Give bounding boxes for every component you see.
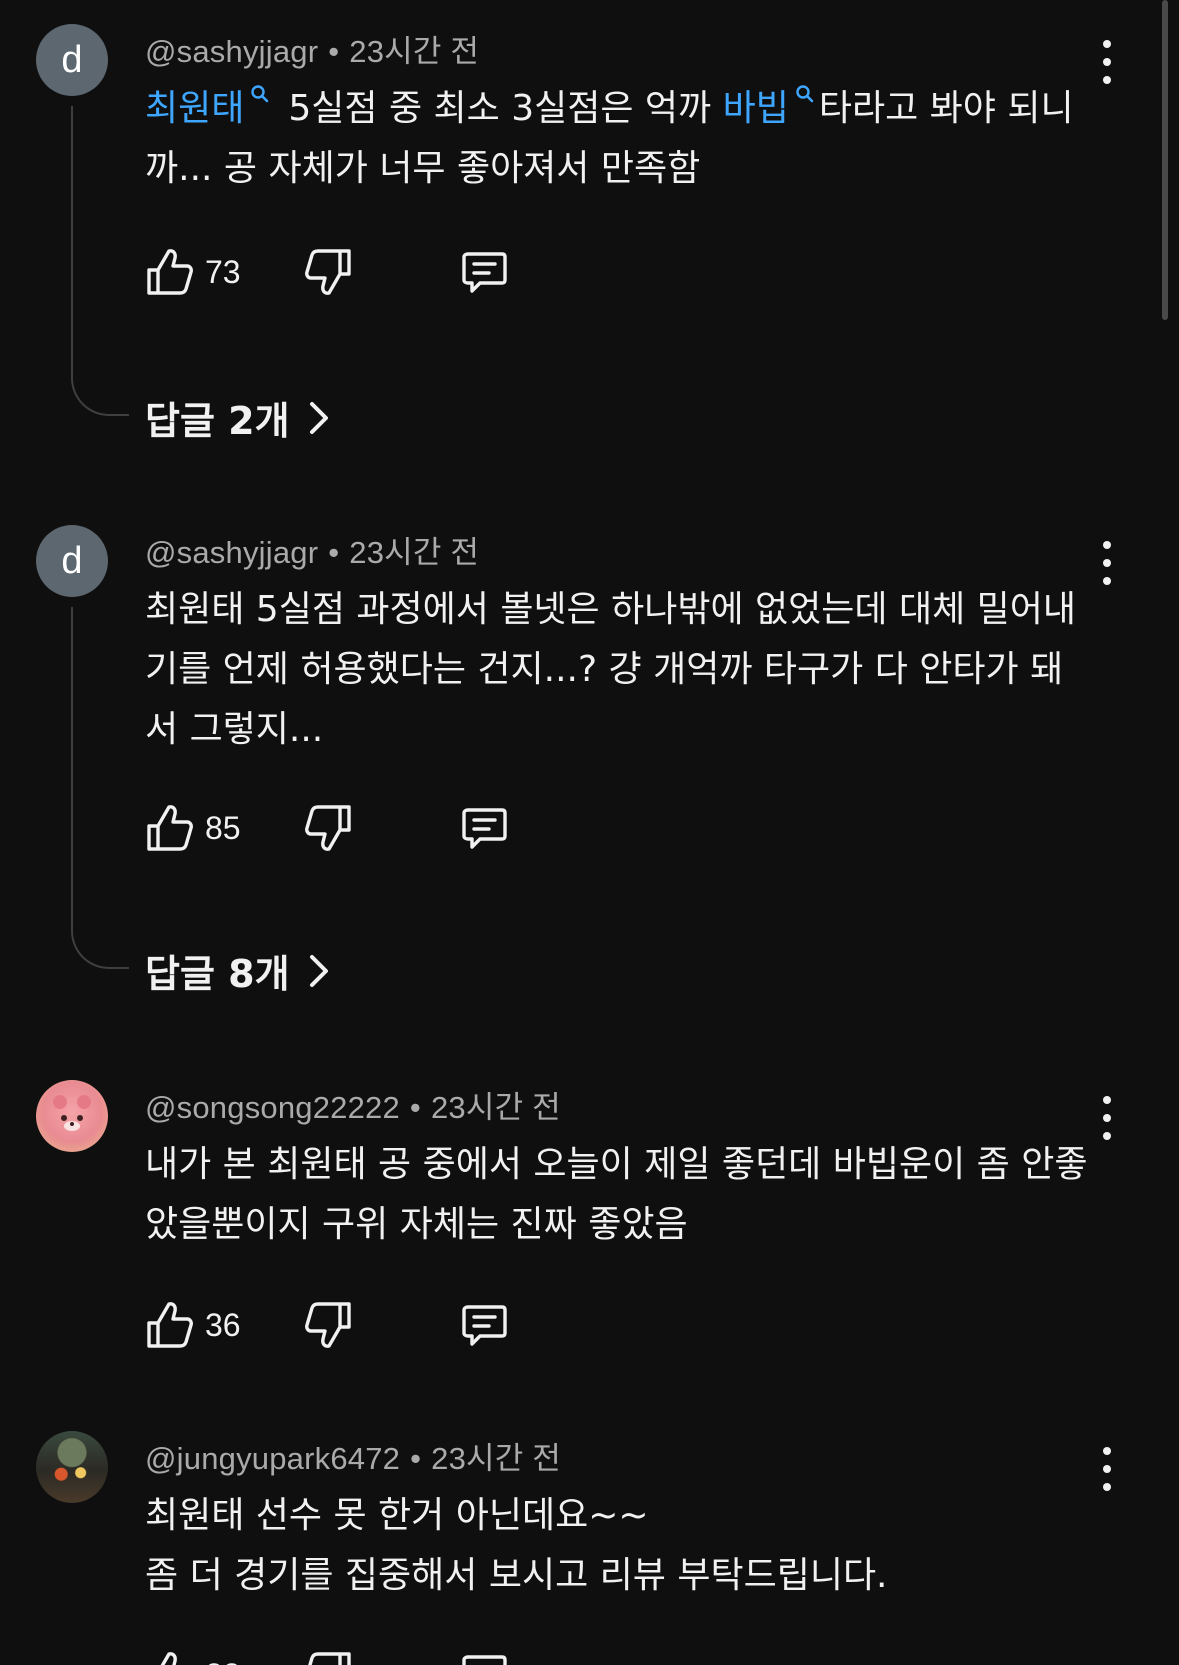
like-count: 22 [205, 1657, 241, 1665]
timestamp: 23시간 전 [430, 1090, 561, 1125]
comment-icon [462, 252, 507, 293]
more-vert-icon [1103, 40, 1111, 48]
comment-icon [462, 1305, 507, 1346]
comment-text-line: 최원태 선수 못 한거 아닌데요~~ [145, 1495, 649, 1536]
comment-text: 최원태 5실점 중 최소 3실점은 억까 바빕 타라고 봐야 되니까... 공 자체… [145, 79, 1095, 199]
dislike-button[interactable] [305, 244, 353, 300]
more-options-button[interactable] [1095, 541, 1119, 585]
comment-actions: 22 [145, 1647, 545, 1665]
more-vert-icon [1103, 1447, 1111, 1455]
more-options-button[interactable] [1095, 1447, 1119, 1491]
thumbs-up-icon [160, 1652, 177, 1665]
avatar[interactable] [36, 1080, 108, 1152]
replies-toggle[interactable]: 답글 8개 [145, 943, 330, 998]
thread-line [71, 607, 129, 969]
avatar[interactable]: d [36, 24, 108, 96]
search-icon [251, 85, 269, 103]
timestamp: 23시간 전 [349, 34, 480, 69]
comment-text: 최원태 5실점 과정에서 볼넷은 하나밖에 없었는데 대체 밀어내기를 언제 허… [145, 589, 1077, 750]
replies-label: 답글 8개 [145, 952, 290, 996]
chevron-right-icon [309, 401, 328, 434]
avatar[interactable]: d [36, 525, 108, 597]
reply-button[interactable] [460, 1647, 508, 1665]
like-button[interactable]: 36 [145, 1297, 241, 1353]
comment-meta: @sashyjjagr • 23시간 전 [145, 527, 479, 572]
like-button[interactable]: 73 [145, 244, 241, 300]
comment-text-segment: 5실점 중 최소 3실점은 억까 [288, 88, 723, 129]
like-count: 85 [205, 809, 241, 846]
meta-separator: • [410, 1441, 422, 1476]
more-vert-icon [1103, 541, 1111, 549]
thumbs-up-icon [147, 1302, 193, 1348]
chevron-right-icon [309, 954, 328, 987]
like-count: 36 [205, 1306, 241, 1343]
replies-toggle[interactable]: 답글 2개 [145, 390, 330, 445]
comment-icon [462, 1655, 507, 1665]
meta-separator: • [328, 34, 340, 69]
meta-separator: • [328, 535, 340, 570]
like-count: 73 [205, 253, 241, 290]
author-handle[interactable]: @sashyjjagr [145, 34, 318, 69]
author-handle[interactable]: @jungyupark6472 [145, 1441, 400, 1476]
comment-meta: @jungyupark6472 • 23시간 전 [145, 1433, 561, 1478]
search-link[interactable]: 최원태 [145, 88, 244, 129]
meta-separator: • [409, 1090, 421, 1125]
author-handle[interactable]: @sashyjjagr [145, 535, 318, 570]
thumbs-up-icon [147, 249, 193, 295]
scrollbar[interactable] [1162, 0, 1168, 320]
thumbs-down-icon [305, 805, 351, 851]
comment-text: 최원태 선수 못 한거 아닌데요~~ 좀 더 경기를 집중해서 보시고 리뷰 부… [145, 1486, 1095, 1606]
thumbs-down-icon [305, 1302, 351, 1348]
timestamp: 23시간 전 [349, 535, 480, 570]
comment-actions: 85 [145, 800, 545, 856]
more-options-button[interactable] [1095, 40, 1119, 84]
search-icon [796, 85, 814, 103]
comment-actions: 73 [145, 244, 545, 300]
thumbs-up-icon [147, 805, 193, 851]
more-options-button[interactable] [1095, 1096, 1119, 1140]
search-link[interactable]: 바빕 [723, 88, 789, 129]
reply-button[interactable] [460, 1297, 508, 1353]
reply-button[interactable] [460, 800, 508, 856]
comment-actions: 36 [145, 1297, 545, 1353]
more-vert-icon [1103, 1096, 1111, 1104]
author-handle[interactable]: @songsong22222 [145, 1090, 400, 1125]
thumbs-down-icon [305, 249, 351, 295]
like-button[interactable]: 85 [145, 800, 241, 856]
reply-button[interactable] [460, 244, 508, 300]
dislike-button[interactable] [305, 800, 353, 856]
thumbs-down-icon [308, 1652, 351, 1665]
comment-meta: @songsong22222 • 23시간 전 [145, 1082, 561, 1127]
avatar-image [53, 1095, 91, 1131]
comment-meta: @sashyjjagr • 23시간 전 [145, 26, 479, 71]
comment-text-line: 좀 더 경기를 집중해서 보시고 리뷰 부탁드립니다. [145, 1555, 888, 1596]
thread-line [71, 106, 129, 416]
dislike-button[interactable] [305, 1297, 353, 1353]
dislike-button[interactable] [305, 1647, 353, 1665]
comments-page: d @sashyjjagr • 23시간 전 최원태 5실점 중 최소 3실점은 억까… [0, 0, 1179, 1665]
comment-text: 내가 본 최원태 공 중에서 오늘이 제일 좋던데 바빕운이 좀 안좋았을뿐이지… [145, 1144, 1088, 1245]
avatar[interactable] [36, 1431, 108, 1503]
replies-label: 답글 2개 [145, 399, 290, 443]
comment-icon [462, 808, 507, 849]
like-button[interactable]: 22 [145, 1647, 241, 1665]
timestamp: 23시간 전 [431, 1441, 562, 1476]
